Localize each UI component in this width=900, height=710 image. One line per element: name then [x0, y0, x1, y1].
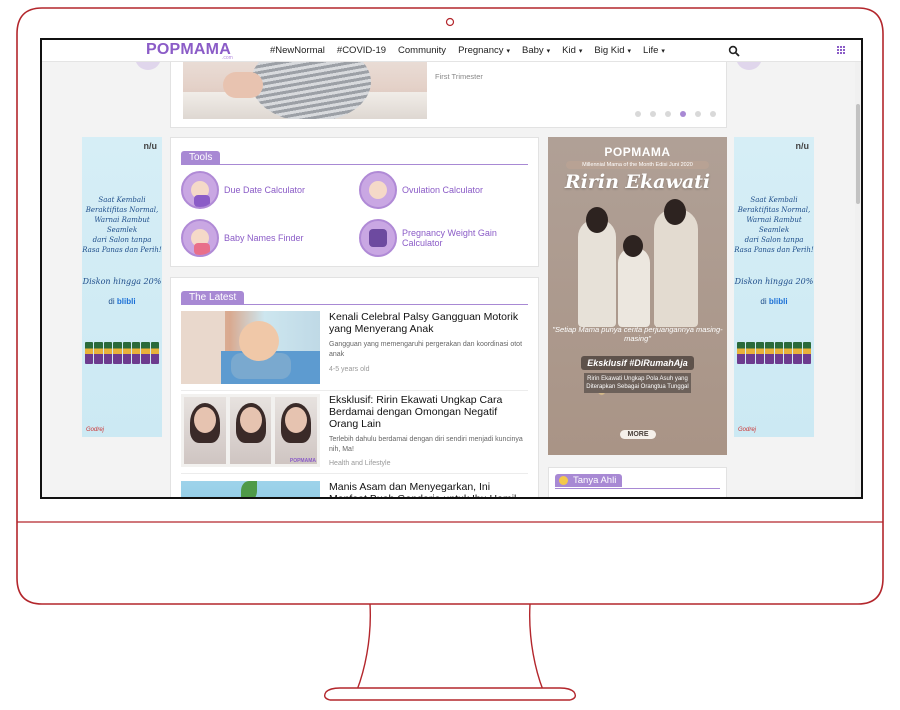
carousel-dot[interactable] — [665, 111, 671, 117]
grid-icon[interactable] — [837, 46, 846, 55]
ad-products-image — [737, 342, 811, 364]
tool-baby-names-finder[interactable]: Baby Names Finder — [181, 219, 304, 257]
baby-icon — [181, 219, 219, 257]
promo-photo — [568, 199, 708, 327]
tool-due-date-calculator[interactable]: Due Date Calculator — [181, 171, 305, 209]
latest-section: The Latest Kenali Celebral Palsy Ganggua… — [170, 277, 539, 497]
lightbulb-icon — [559, 476, 568, 485]
ad-headline: Saat Kembali Beraktifitas Normal, Warnai R… — [82, 196, 162, 254]
article-thumbnail[interactable]: POPMAMA — [181, 394, 320, 467]
ad-shop: di blibli — [108, 297, 136, 306]
page-scrollbar[interactable] — [855, 62, 861, 497]
featured-carousel: First Trimester — [170, 62, 727, 128]
article-thumbnail[interactable] — [181, 481, 320, 497]
promo-name: Ririn Ekawati — [564, 171, 711, 193]
chevron-down-icon: ▾ — [506, 47, 510, 55]
article-thumbnail[interactable] — [181, 311, 320, 384]
ad-footer-logo: Godrej — [86, 427, 105, 433]
thumbnail-watermark: POPMAMA — [289, 458, 316, 464]
chevron-down-icon: ▾ — [578, 47, 583, 55]
nav-item-community[interactable]: Community — [392, 40, 452, 62]
nav-menu: #NewNormal #COVID-19 Community Pregnancy… — [264, 40, 671, 62]
article-title[interactable]: Eksklusif: Ririn Ekawati Ungkap Cara Ber… — [329, 394, 529, 430]
nav-item-pregnancy[interactable]: Pregnancy ▾ — [452, 40, 516, 63]
carousel-dot[interactable] — [635, 111, 641, 117]
scrollbar-thumb[interactable] — [856, 104, 860, 204]
ad-products-image — [85, 342, 159, 364]
article-item[interactable]: POPMAMA Eksklusif: Ririn Ekawati Ungkap … — [181, 394, 528, 474]
millennial-mama-promo[interactable]: POPMAMA Millennial Mama of the Month Edi… — [548, 137, 727, 455]
monitor-base — [323, 687, 577, 701]
ask-expert-heading[interactable]: Tanya Ahli — [555, 474, 623, 487]
promo-more-button[interactable]: MORE — [620, 430, 656, 439]
promo-exclusive-tag: Eksklusif #DiRumahAja — [581, 356, 694, 370]
left-ad-banner[interactable]: n/u Saat Kembali Beraktifitas Normal, Warn… — [82, 137, 162, 437]
carousel-dots — [635, 111, 716, 117]
tool-ovulation-calculator[interactable]: Ovulation Calculator — [359, 171, 483, 209]
nav-item-newnormal[interactable]: #NewNormal — [264, 40, 331, 62]
egg-cell-icon — [359, 171, 397, 209]
article-item[interactable]: Manis Asam dan Menyegarkan, Ini Manfaat … — [181, 481, 529, 497]
article-category[interactable]: 4-5 years old — [329, 366, 369, 373]
nav-item-baby[interactable]: Baby ▾ — [516, 40, 556, 63]
ad-footer-logo: Godrej — [738, 427, 757, 433]
site-logo[interactable]: POPMAMA — [146, 41, 231, 59]
ad-shop: di blibli — [760, 297, 788, 306]
ad-headline: Saat Kembali Beraktifitas Normal, Warnai R… — [734, 196, 814, 254]
browser-screen: POPMAMA .com #NewNormal #COVID-19 Commun… — [40, 38, 863, 499]
article-title[interactable]: Manis Asam dan Menyegarkan, Ini Manfaat … — [329, 481, 529, 497]
ad-brand-logo: n/u — [795, 141, 810, 151]
carousel-category[interactable]: First Trimester — [435, 72, 483, 81]
carousel-dot[interactable] — [710, 111, 716, 117]
promo-quote: "Setiap Mama punya cerita perjuangannya … — [552, 325, 723, 343]
promo-logo: POPMAMA — [604, 145, 671, 159]
promo-description: Ririn Ekawati Ungkap Pola Asuh yang Dite… — [584, 373, 691, 393]
carousel-dot[interactable] — [695, 111, 701, 117]
nav-item-kid[interactable]: Kid ▾ — [556, 40, 588, 63]
tools-heading: Tools — [181, 151, 221, 164]
carousel-dot[interactable] — [650, 111, 656, 117]
carousel-image[interactable] — [183, 62, 427, 119]
chevron-down-icon: ▾ — [546, 47, 551, 55]
tool-pregnancy-weight-gain[interactable]: Pregnancy Weight Gain Calculator — [359, 219, 512, 257]
chevron-down-icon: ▾ — [627, 47, 632, 55]
article-summary: Gangguan yang memengaruhi pergerakan dan… — [329, 341, 523, 358]
carousel-dot-active[interactable] — [680, 111, 686, 117]
top-navbar: POPMAMA .com #NewNormal #COVID-19 Commun… — [42, 40, 861, 62]
latest-heading: The Latest — [181, 291, 245, 304]
article-item[interactable]: Kenali Celebral Palsy Gangguan Motorik y… — [181, 311, 528, 391]
promo-subtitle: Millennial Mama of the Month Edisi Juni … — [566, 161, 709, 169]
tools-section: Tools Due Date Calculator Ovulation Calc… — [170, 137, 539, 267]
search-icon[interactable] — [728, 45, 740, 57]
article-summary: Terlebih dahulu berdamai dengan diri sen… — [329, 436, 523, 453]
nav-item-big-kid[interactable]: Big Kid ▾ — [588, 40, 637, 63]
scale-icon — [359, 219, 397, 257]
article-category[interactable]: Health and Lifestyle — [329, 460, 390, 467]
chevron-down-icon: ▾ — [661, 47, 665, 55]
ad-discount: Diskon hingga 20% — [734, 277, 814, 286]
ask-expert-section: Tanya Ahli — [548, 467, 727, 497]
pregnant-mom-icon — [181, 171, 219, 209]
nav-item-life[interactable]: Life ▾ — [637, 40, 671, 63]
ad-brand-logo: n/u — [143, 141, 158, 151]
nav-item-covid[interactable]: #COVID-19 — [331, 40, 392, 62]
right-ad-banner[interactable]: n/u Saat Kembali Beraktifitas Normal, Warn… — [734, 137, 814, 437]
article-title[interactable]: Kenali Celebral Palsy Gangguan Motorik y… — [329, 311, 529, 335]
ad-discount: Diskon hingga 20% — [82, 277, 162, 286]
site-logo-sub: .com — [222, 55, 233, 61]
